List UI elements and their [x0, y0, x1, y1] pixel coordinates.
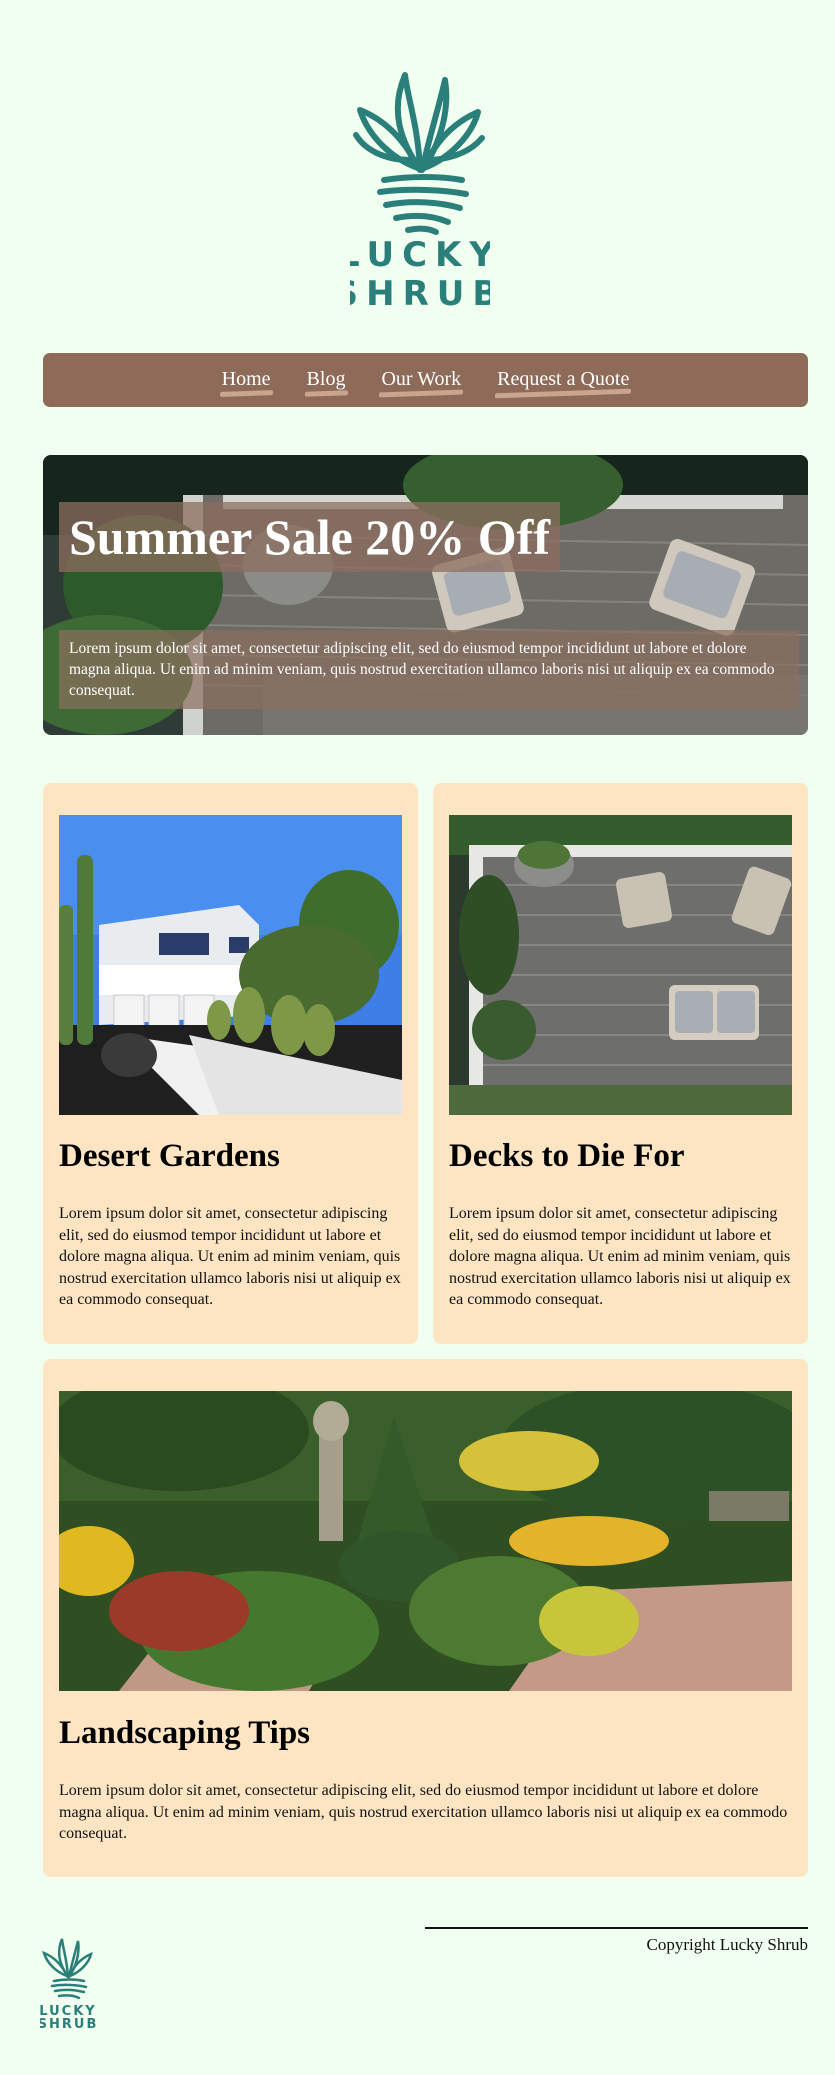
card-landscaping-tips[interactable]: Landscaping Tips Lorem ipsum dolor sit a…: [43, 1359, 808, 1877]
main-navigation: Home Blog Our Work Request a Quote: [43, 353, 808, 407]
card-body-decks-to-die-for: Lorem ipsum dolor sit amet, consectetur …: [449, 1205, 791, 1308]
card-body-landscaping-tips: Lorem ipsum dolor sit amet, consectetur …: [59, 1782, 788, 1842]
card-desert-gardens[interactable]: Desert Gardens Lorem ipsum dolor sit ame…: [43, 783, 418, 1344]
card-decks-to-die-for[interactable]: Decks to Die For Lorem ipsum dolor sit a…: [433, 783, 808, 1344]
nav-request-quote-link[interactable]: Request a Quote: [497, 368, 629, 393]
footer-divider: [425, 1927, 808, 1929]
hero-title: Summer Sale 20% Off: [59, 502, 560, 572]
copyright-text: Copyright Lucky Shrub: [646, 1935, 809, 1954]
footer-logo: LUCKY SHRUB: [40, 1938, 96, 2029]
card-title-desert-gardens: Desert Gardens: [59, 1138, 280, 1174]
nav-blog-link[interactable]: Blog: [307, 368, 346, 393]
card-title-landscaping-tips: Landscaping Tips: [59, 1715, 311, 1751]
flower-garden-photo: [59, 1391, 792, 1691]
footer-logo-text-line2: SHRUB: [40, 2017, 96, 2029]
desert-garden-photo: [59, 815, 402, 1115]
hero-banner: Summer Sale 20% Off Lorem ipsum dolor si…: [43, 455, 808, 735]
card-title-decks-to-die-for: Decks to Die For: [449, 1138, 685, 1174]
lucky-shrub-logo: LUCKY SHRUB: [350, 72, 490, 310]
logo-text-line1: LUCKY: [350, 235, 490, 275]
deck-patio-photo: [449, 815, 792, 1115]
card-body-desert-gardens: Lorem ipsum dolor sit amet, consectetur …: [59, 1205, 401, 1308]
nav-home-link[interactable]: Home: [222, 368, 271, 393]
nav-our-work-link[interactable]: Our Work: [381, 368, 461, 393]
logo-text-line2: SHRUB: [350, 274, 490, 310]
hero-description: Lorem ipsum dolor sit amet, consectetur …: [59, 630, 799, 709]
